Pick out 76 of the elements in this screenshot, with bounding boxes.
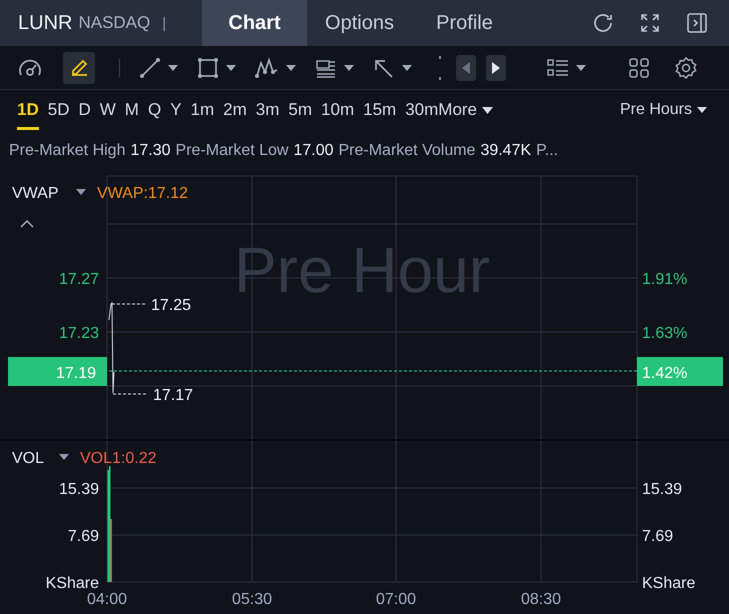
separator: |: [162, 14, 166, 32]
interval-tab[interactable]: M: [124, 90, 139, 130]
side-panel-icon[interactable]: [685, 11, 709, 35]
caret-left-icon: [462, 62, 470, 74]
caret-icon[interactable]: [168, 64, 178, 70]
tab[interactable]: Options: [307, 0, 412, 46]
refresh-icon[interactable]: [591, 11, 615, 35]
stat-value: 17.00: [293, 142, 334, 160]
pattern-tool-icon[interactable]: [254, 56, 280, 78]
time-tick: 08:30: [520, 591, 562, 608]
low-price-label: 17.17: [153, 387, 194, 404]
session-dropdown[interactable]: Pre Hours: [620, 101, 707, 119]
percent-tick: 1.91%: [642, 271, 688, 288]
collapse-icon[interactable]: [20, 220, 34, 228]
stat-label: Pre-Market Volume: [338, 142, 476, 160]
draw-tool-button[interactable]: [63, 52, 95, 84]
interval-tab[interactable]: 10m: [321, 90, 354, 130]
interval-tab[interactable]: 2m: [223, 90, 247, 130]
volume-tick: 7.69: [642, 528, 674, 545]
indicator-name: VOL: [12, 450, 44, 467]
stat-label: Pre-Market High: [9, 142, 126, 160]
line-tool-icon[interactable]: [138, 56, 162, 78]
scroll-right-button[interactable]: [486, 54, 506, 80]
volume-tick: 15.39: [642, 481, 682, 498]
interval-tab[interactable]: D: [78, 90, 91, 130]
more-dropdown[interactable]: More: [438, 100, 494, 120]
volume-tick: 15.39: [58, 481, 99, 498]
interval-tab[interactable]: 1m: [190, 90, 214, 130]
caret-icon[interactable]: [402, 64, 412, 70]
caret-icon: [482, 106, 494, 114]
volume-tick: KShare: [46, 575, 99, 592]
interval-tab[interactable]: 30m: [405, 90, 438, 130]
stat-label: P...: [536, 142, 558, 160]
interval-tab[interactable]: W: [100, 90, 116, 130]
stat-value: 39.47K: [480, 142, 532, 160]
stat-value: 17.30: [130, 142, 171, 160]
interval-tab[interactable]: Y: [170, 90, 182, 130]
caret-icon[interactable]: [286, 64, 296, 70]
interval-tab[interactable]: 5D: [48, 90, 70, 130]
scroll-left-button[interactable]: [456, 54, 476, 80]
percent-tick: 1.63%: [642, 325, 688, 342]
ticker-symbol: LUNR: [18, 12, 72, 34]
fullscreen-icon[interactable]: [639, 12, 661, 34]
caret-icon[interactable]: [226, 64, 236, 70]
price-tick: 17.23: [58, 325, 99, 342]
high-price-label: 17.25: [151, 297, 192, 314]
interval-tab[interactable]: 5m: [288, 90, 312, 130]
caret-icon[interactable]: [59, 454, 69, 460]
caret-icon[interactable]: [576, 64, 586, 70]
stat-label: Pre-Market Low: [176, 142, 288, 160]
interval-tab[interactable]: 1D: [17, 90, 39, 130]
volume-tick: 7.69: [68, 528, 99, 545]
indicator-reading: VOL1:0.22: [80, 450, 156, 467]
interval-tab[interactable]: 15m: [363, 90, 396, 130]
settings-icon[interactable]: [674, 56, 698, 80]
list-icon[interactable]: [546, 56, 570, 78]
price-tick: 17.27: [58, 271, 99, 288]
grid-icon[interactable]: [628, 56, 650, 78]
rectangle-tool-icon[interactable]: [196, 56, 220, 78]
volume-tick: KShare: [642, 575, 696, 592]
interval-tab[interactable]: Q: [148, 90, 162, 130]
current-change-tag: 1.42%: [637, 357, 723, 386]
interval-tab[interactable]: 3m: [256, 90, 280, 130]
caret-icon: [697, 107, 707, 113]
exchange-label: NASDAQ: [78, 13, 150, 33]
caret-icon[interactable]: [76, 189, 86, 195]
tab[interactable]: Chart: [202, 0, 307, 46]
time-tick: 04:00: [86, 591, 128, 608]
time-tick: 05:30: [232, 591, 272, 608]
time-tick: 07:00: [376, 591, 416, 608]
indicator-reading: VWAP:17.12: [97, 185, 188, 202]
current-price-tag: 17.19: [8, 357, 107, 386]
tab[interactable]: Profile: [412, 0, 517, 46]
indicator-name: VWAP: [12, 185, 59, 202]
caret-right-icon: [492, 62, 500, 74]
caret-icon[interactable]: [344, 64, 354, 70]
